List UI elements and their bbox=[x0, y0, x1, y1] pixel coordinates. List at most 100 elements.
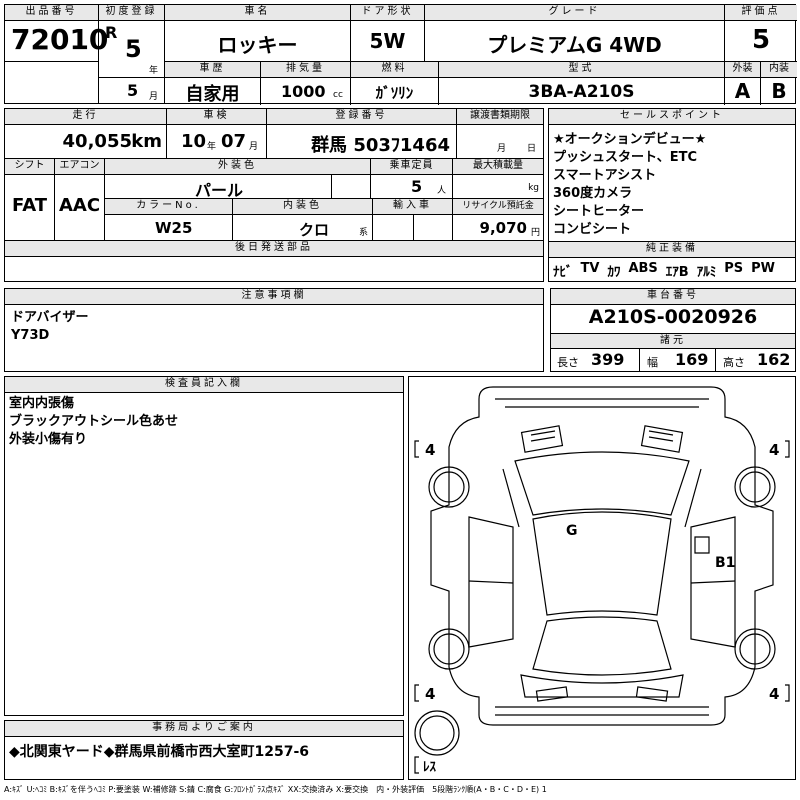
door-type: 5W bbox=[369, 29, 406, 53]
grade: プレミアムG 4WD bbox=[487, 33, 662, 57]
mileage: 40,055 bbox=[62, 131, 132, 152]
sales-point: コンビシート bbox=[553, 222, 632, 237]
inspection-year-unit: 年 bbox=[207, 142, 217, 152]
equipment-item: ｶﾜ bbox=[607, 265, 621, 280]
inspector-label: 検査員記入欄 bbox=[5, 377, 403, 393]
sales-points-list: ★オークションデビュー★ プッシュスタート、ETC スマートアシスト 360度カ… bbox=[553, 131, 706, 239]
chassis-block: 車台番号 A210S-0020926 諸元 長さ 399 幅 169 高さ 16… bbox=[550, 288, 796, 372]
shift-label: シフト bbox=[5, 159, 54, 175]
note-line: Y73D bbox=[11, 328, 50, 343]
color-no-cell: カラーNo. W25 bbox=[105, 199, 233, 241]
office-label: 事務局よりご案内 bbox=[5, 721, 403, 737]
note-line: ドアバイザー bbox=[11, 310, 89, 325]
inspection-label: 車検 bbox=[167, 109, 266, 125]
door-cell: ドア形状 5W bbox=[351, 5, 425, 62]
grade-label: グレード bbox=[425, 5, 724, 21]
shift-cell: シフト FAT bbox=[5, 159, 55, 241]
exterior-label: 外装 bbox=[725, 62, 760, 78]
aircon: AAC bbox=[58, 195, 101, 216]
chassis-label: 車台番号 bbox=[551, 289, 795, 305]
color-label: 外装色 bbox=[105, 159, 370, 175]
year-unit: 年 bbox=[149, 66, 159, 76]
transfer-month-unit: 月 bbox=[497, 144, 507, 154]
equipment-item: ABS bbox=[628, 261, 658, 276]
first-registration-cell: 初度登録 R 5 年 5 月 bbox=[99, 5, 165, 103]
equipment-label: 純正装備 bbox=[549, 242, 795, 258]
door-label: ドア形状 bbox=[351, 5, 424, 21]
car-name-cell: 車名 ロッキー bbox=[165, 5, 351, 62]
height-label: 高さ bbox=[723, 356, 745, 369]
legend: A:ｷｽﾞ U:ﾍｺﾐ B:ｷｽﾞを伴うﾍｺﾐ P:要塗装 W:補修跡 S:錆 … bbox=[4, 785, 547, 794]
exterior-cell: 外装 A bbox=[725, 62, 761, 105]
equipment-list: ﾅﾋﾞ TV ｶﾜ ABS ｴｱB ｱﾙﾐ PS PW bbox=[553, 261, 775, 280]
score: 5 bbox=[751, 25, 771, 55]
car-name: ロッキー bbox=[217, 33, 298, 57]
first-registration-month: 5 bbox=[127, 81, 139, 100]
inspection-year: 10 bbox=[181, 131, 207, 152]
plate-cell: 登録番号 群馬 503ﾌ1464 bbox=[267, 109, 457, 159]
transfer-doc-cell: 譲渡書類期限 月 日 bbox=[457, 109, 543, 159]
later-parts-cell: 後日発送部品 bbox=[5, 241, 543, 281]
score-label: 評価点 bbox=[725, 5, 797, 21]
color: パール bbox=[195, 181, 244, 200]
capacity-unit: 人 bbox=[437, 186, 447, 196]
notes-label: 注意事項欄 bbox=[5, 289, 543, 305]
sales-point: 360度カメラ bbox=[553, 186, 633, 201]
width-value: 169 bbox=[675, 350, 709, 369]
model-label: 型式 bbox=[439, 62, 724, 78]
lot-number: 72010 bbox=[11, 23, 109, 56]
aircon-cell: エアコン AAC bbox=[55, 159, 105, 241]
era: R bbox=[105, 23, 118, 42]
equipment-item: ｴｱB bbox=[665, 265, 689, 280]
cc-unit: cc bbox=[333, 90, 343, 100]
inspection-cell: 車検 10 年 07 月 bbox=[167, 109, 267, 159]
car-diagram: 4 4 4 4 ﾚｽ G B1 bbox=[414, 386, 790, 775]
equipment-item: PW bbox=[751, 261, 775, 276]
top-block: 出品番号 72010 初度登録 R 5 年 5 月 車名 ロッキー ドア形状 5… bbox=[4, 4, 797, 105]
car-name-label: 車名 bbox=[165, 5, 350, 21]
tire-rear-left: 4 bbox=[425, 685, 435, 703]
mileage-cell: 走行 40,055 km bbox=[5, 109, 167, 159]
interior-cell: 内装 B bbox=[761, 62, 797, 105]
score-cell: 評価点 5 bbox=[725, 5, 797, 62]
history-label: 車歴 bbox=[165, 62, 260, 78]
transfer-doc-label: 譲渡書類期限 bbox=[457, 109, 543, 125]
equipment-item: ｱﾙﾐ bbox=[696, 265, 717, 280]
damage-diagram-block: 4 4 4 4 ﾚｽ G B1 bbox=[408, 376, 796, 780]
sales-point: プッシュスタート、ETC bbox=[553, 150, 698, 165]
office-text: ◆北関東ヤード◆群馬県前橋市西大室町1257-6 bbox=[9, 744, 310, 760]
aircon-label: エアコン bbox=[55, 159, 104, 175]
capacity: 5 bbox=[411, 177, 423, 196]
lot-number-cell: 出品番号 72010 bbox=[5, 5, 108, 103]
details-block: 走行 40,055 km 車検 10 年 07 月 登録番号 群馬 503ﾌ14… bbox=[4, 108, 544, 282]
first-registration-year: 5 bbox=[125, 35, 142, 63]
equipment-item: TV bbox=[580, 261, 600, 276]
width-label: 幅 bbox=[647, 356, 658, 369]
plate-label: 登録番号 bbox=[267, 109, 456, 125]
inspector-line: ブラックアウトシール色あせ bbox=[9, 414, 179, 429]
inspection-month: 07 bbox=[221, 131, 247, 152]
load-label: 最大積載量 bbox=[453, 159, 543, 175]
inspector-block: 検査員記入欄 室内内張傷 ブラックアウトシール色あせ 外装小傷有り bbox=[4, 376, 404, 716]
sales-point: ★オークションデビュー★ bbox=[553, 132, 707, 147]
notes-block: 注意事項欄 ドアバイザー Y73D bbox=[4, 288, 544, 372]
transfer-day-unit: 日 bbox=[527, 144, 537, 154]
history-cell: 車歴 自家用 bbox=[165, 62, 261, 105]
damage-mark-b1: B1 bbox=[715, 555, 735, 571]
interior-label: 内装 bbox=[761, 62, 797, 78]
recycle-unit: 円 bbox=[530, 228, 540, 238]
history: 自家用 bbox=[185, 84, 240, 105]
tire-rear-right: 4 bbox=[769, 685, 779, 703]
displacement: 1000 bbox=[281, 82, 326, 101]
damage-mark-g: G bbox=[566, 523, 578, 539]
shift: FAT bbox=[11, 195, 48, 216]
recycle-label: リサイクル預託金 bbox=[453, 199, 543, 215]
office-block: 事務局よりご案内 ◆北関東ヤード◆群馬県前橋市西大室町1257-6 bbox=[4, 720, 404, 780]
int-color-unit: 系 bbox=[359, 228, 369, 238]
grade-cell: グレード プレミアムG 4WD bbox=[425, 5, 725, 62]
height-value: 162 bbox=[757, 350, 791, 369]
sales-point: スマートアシスト bbox=[553, 168, 657, 183]
int-color-cell: 内装色 クロ 系 bbox=[233, 199, 373, 241]
exterior-grade: A bbox=[734, 79, 751, 103]
fuel: ｶﾞｿﾘﾝ bbox=[375, 84, 414, 102]
